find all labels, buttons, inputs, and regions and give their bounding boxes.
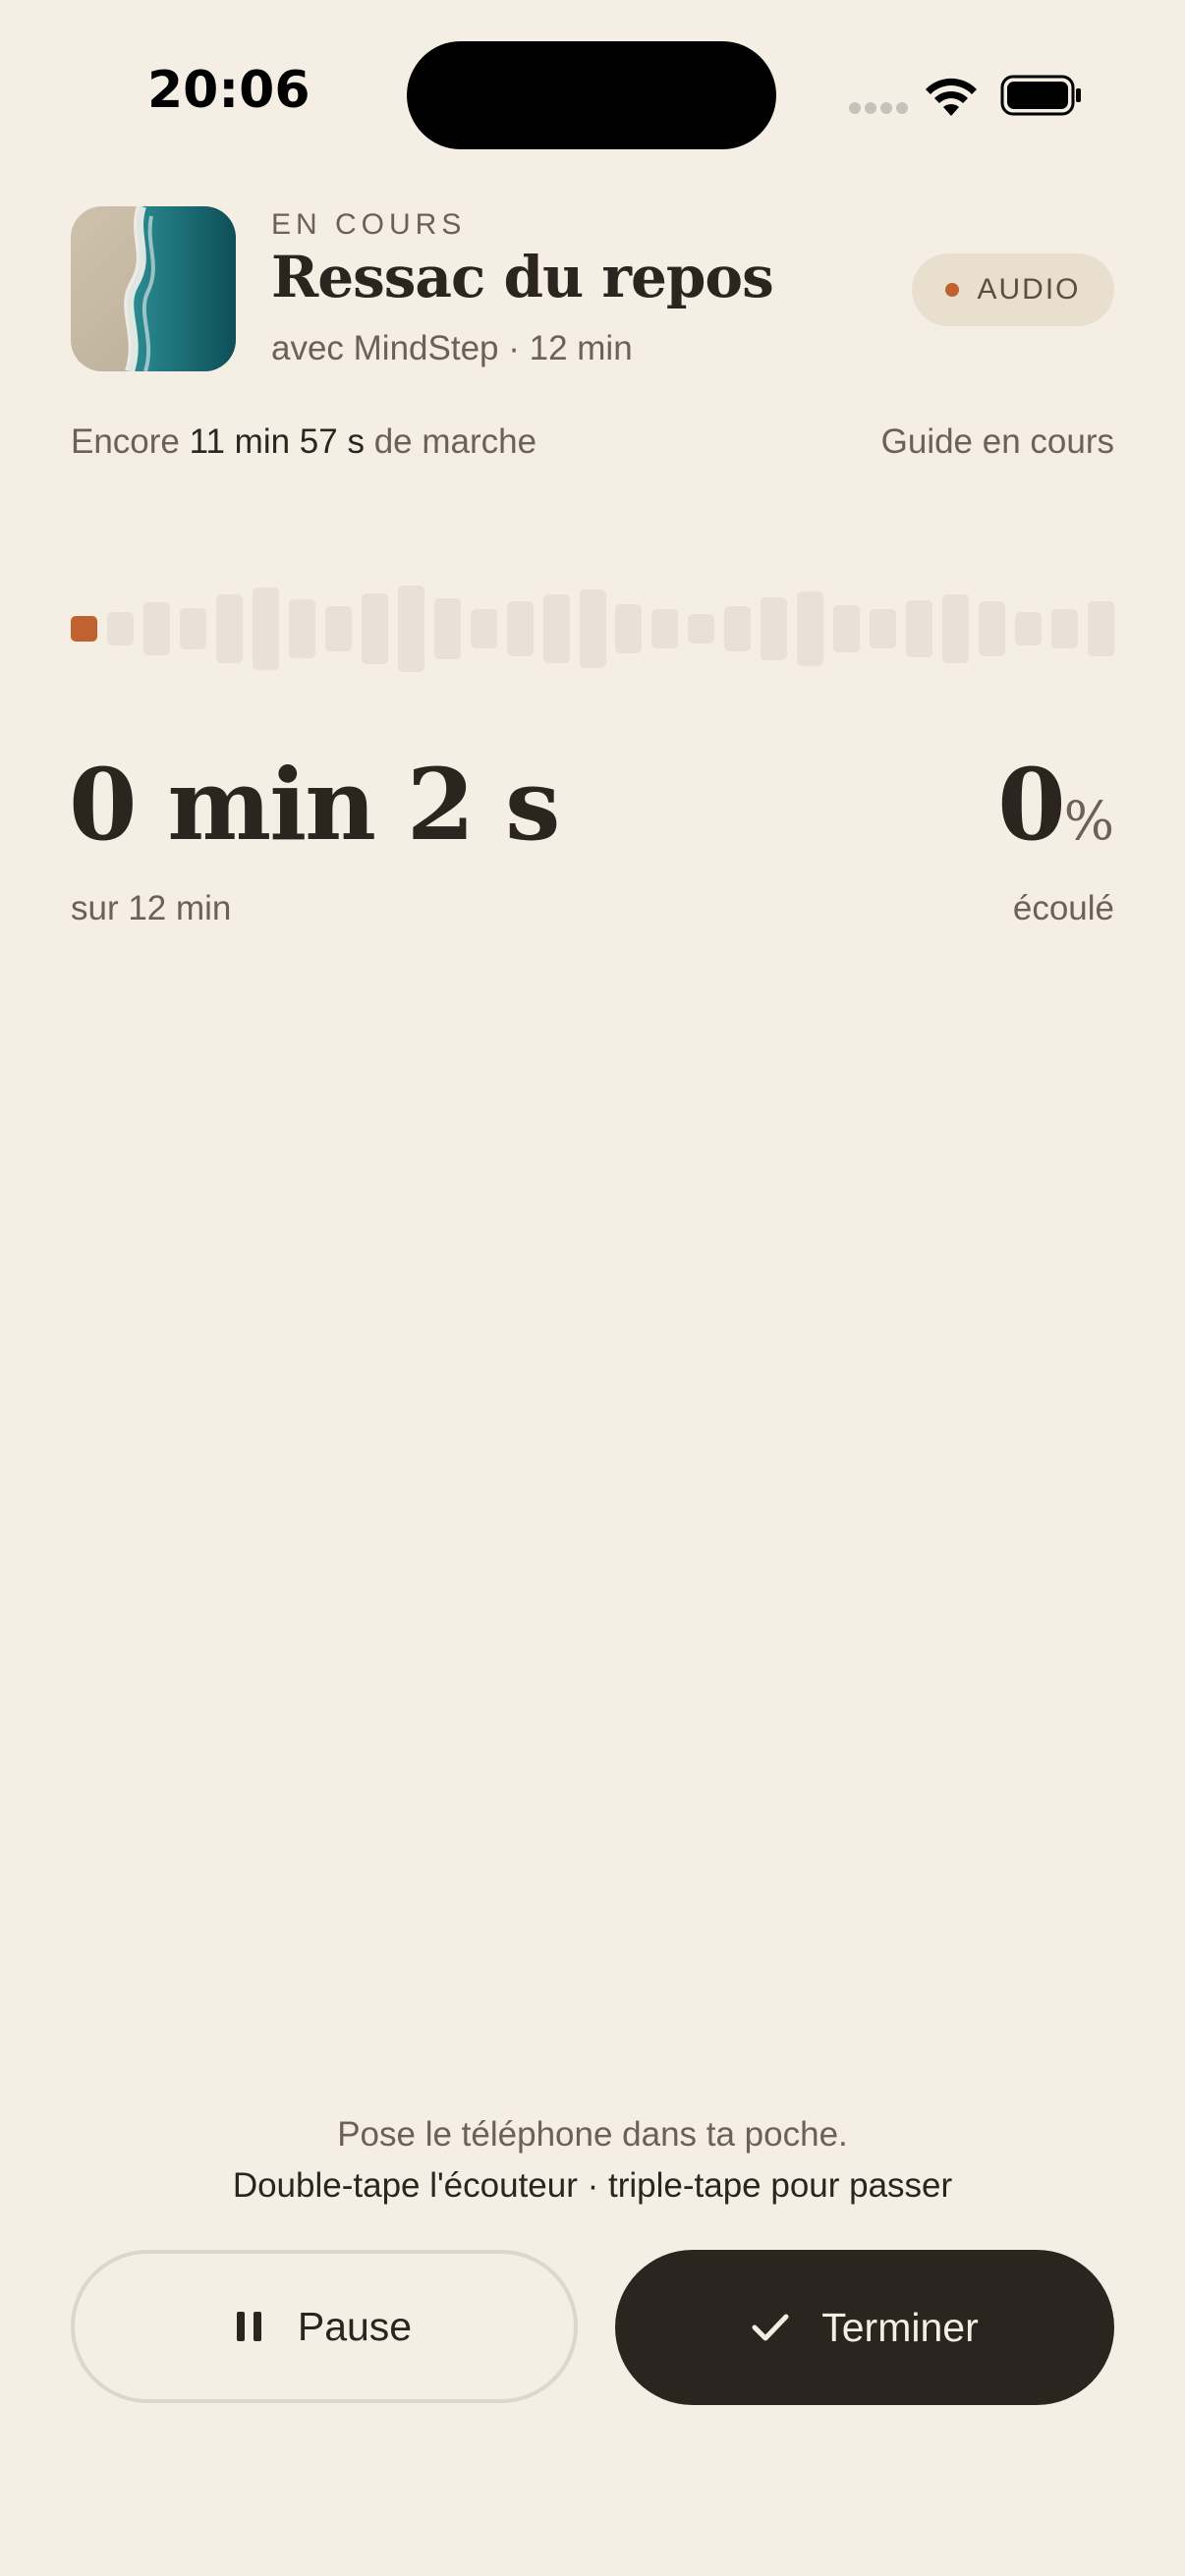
pause-button[interactable]: Pause [71,2250,578,2403]
waveform-bar [797,591,823,666]
waveform-bar [1051,609,1078,648]
remaining-prefix: Encore [71,422,190,461]
waveform-bar [507,601,534,656]
waveform-bar [1088,601,1114,656]
waveform-bar [71,616,97,642]
waveform-bar [107,612,134,645]
waveform-bar [651,609,678,648]
waveform-bar [906,600,932,657]
battery-icon [1000,75,1081,116]
waveform-bar [543,594,570,663]
waveform-bar [398,586,424,672]
waveform-bar [434,598,461,659]
gesture-hint: Double-tape l'écouteur · triple-tape pou… [232,2166,953,2205]
waveform-bar [688,614,714,644]
cellular-signal-icon [849,102,908,116]
waveform-bar [580,589,606,668]
dynamic-island [407,41,776,149]
finish-button[interactable]: Terminer [615,2250,1114,2405]
pocket-hint: Pose le téléphone dans ta poche. [337,2115,848,2154]
audio-badge: AUDIO [912,253,1114,326]
remaining-suffix: de marche [364,422,537,461]
waveform-bar [724,606,751,651]
session-cover-image [71,206,236,371]
session-subtitle: avec MindStep · 12 min [271,329,633,367]
waveform-bar [143,602,170,655]
waveform-bar [942,594,969,663]
waveform-bar [615,604,642,653]
audio-dot-icon [945,283,960,297]
progress-waveform[interactable] [71,580,1114,678]
percent-complete: 0 % [997,747,1114,863]
waveform-bar [362,593,388,664]
waveform-bar [253,588,279,670]
wifi-icon [926,78,977,116]
percent-sign: % [1063,790,1114,852]
pause-icon [236,2312,262,2341]
finish-button-label: Terminer [821,2304,979,2350]
percent-label: écoulé [1012,889,1114,927]
waveform-bar [325,606,352,651]
waveform-bar [979,601,1005,656]
waveform-bar [761,597,787,660]
status-time: 20:06 [147,61,310,120]
waveform-bar [833,605,860,652]
session-status-label: EN COURS [271,208,467,241]
elapsed-time: 0 min 2 s [69,747,560,863]
remaining-time-text: Encore 11 min 57 s de marche [71,422,536,462]
waveform-bar [471,609,497,648]
waveform-bar [870,609,896,648]
audio-badge-label: AUDIO [977,273,1081,306]
waveform-bar [216,594,243,663]
check-icon [752,2314,789,2341]
waveform-bar [1015,612,1042,645]
total-duration: sur 12 min [71,889,232,927]
status-bar: 20:06 [0,0,1185,187]
percent-value: 0 [997,747,1066,863]
waveform-bar [289,599,315,658]
session-title: Ressac du repos [271,244,774,310]
guide-status: Guide en cours [880,422,1114,461]
waveform-bar [180,608,206,649]
remaining-value: 11 min 57 s [189,422,365,461]
pause-button-label: Pause [297,2303,413,2349]
